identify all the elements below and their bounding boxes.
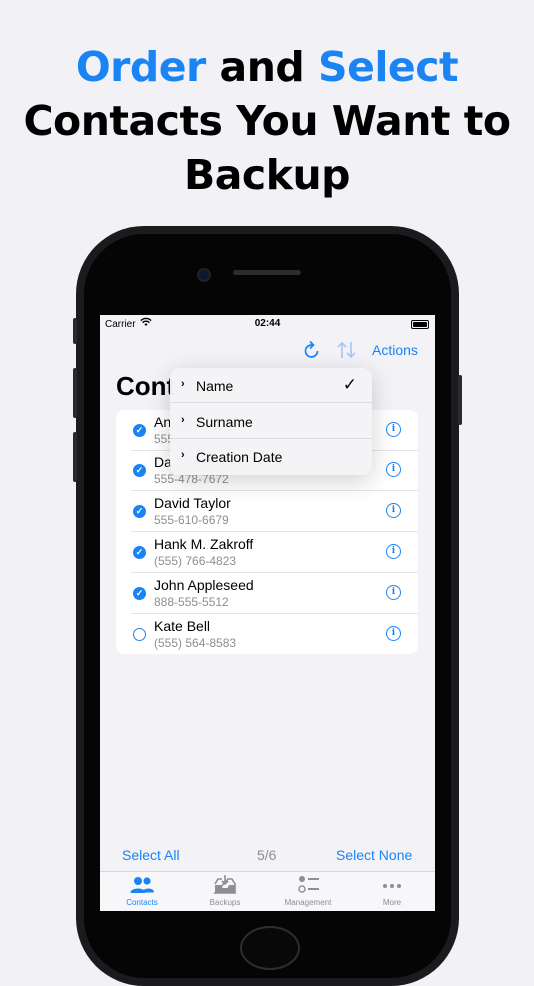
tab-label: Contacts: [126, 898, 158, 907]
selection-count: 5/6: [257, 847, 277, 863]
checkmark-circle-icon[interactable]: ✓: [133, 587, 146, 600]
menu-divider: [170, 402, 372, 403]
contact-row[interactable]: ✓ David Taylor 555-610-6679 i: [116, 491, 418, 532]
power-button: [458, 375, 462, 425]
select-none-button[interactable]: Select None: [336, 847, 412, 863]
checkmark-circle-icon[interactable]: ✓: [133, 464, 146, 477]
tab-more[interactable]: More: [352, 874, 432, 907]
contact-name: Hank M. Zakroff: [154, 536, 254, 552]
contacts-icon: [102, 874, 182, 896]
status-time: 02:44: [254, 318, 281, 329]
marketing-headline: Order and Select Contacts You Want to Ba…: [0, 40, 534, 202]
front-camera: [197, 268, 211, 282]
app-screen: Carrier 02:44 Actions Cont ✓ An 555 i ✓ …: [100, 315, 435, 911]
contact-phone: (555) 766-4823: [154, 554, 237, 568]
sort-menu: › Name ✓ › Surname › Creation Date: [170, 368, 372, 475]
tab-management[interactable]: Management: [268, 874, 348, 907]
headline-accent-order: Order: [75, 43, 206, 91]
volume-up-button: [73, 368, 77, 418]
sort-option-surname[interactable]: › Surname: [170, 404, 372, 439]
actions-button[interactable]: Actions: [372, 342, 418, 358]
refresh-icon[interactable]: [303, 340, 321, 365]
contact-name: John Appleseed: [154, 577, 254, 593]
checkmark-circle-icon[interactable]: ✓: [133, 424, 146, 437]
mute-switch: [73, 318, 77, 344]
chevron-right-icon: ›: [181, 378, 185, 390]
checkmark-icon: ✓: [342, 375, 357, 394]
info-icon[interactable]: i: [386, 585, 401, 600]
battery-icon: [411, 320, 429, 329]
more-dots-icon: [352, 874, 432, 896]
chevron-right-icon: ›: [181, 449, 185, 461]
contact-row[interactable]: ✓ Hank M. Zakroff (555) 766-4823 i: [116, 532, 418, 573]
checkmark-circle-icon[interactable]: ✓: [133, 546, 146, 559]
contact-row[interactable]: ✓ John Appleseed 888-555-5512 i: [116, 573, 418, 614]
info-icon[interactable]: i: [386, 462, 401, 477]
tab-contacts[interactable]: Contacts: [102, 874, 182, 907]
headline-accent-select: Select: [318, 43, 459, 91]
contact-name: Kate Bell: [154, 618, 211, 634]
earpiece-speaker: [233, 270, 301, 275]
management-list-icon: [268, 874, 348, 896]
sort-option-label: Surname: [196, 414, 253, 430]
headline-line-1: Order and Select: [0, 40, 534, 94]
info-icon[interactable]: i: [386, 503, 401, 518]
chevron-right-icon: ›: [181, 414, 185, 426]
tab-backups[interactable]: Backups: [185, 874, 265, 907]
sort-option-label: Creation Date: [196, 449, 283, 465]
checkmark-circle-icon[interactable]: ✓: [133, 505, 146, 518]
contact-phone: 555-610-6679: [154, 513, 229, 527]
headline-line-3: Backup: [183, 151, 351, 199]
select-all-button[interactable]: Select All: [122, 847, 180, 863]
status-bar: Carrier 02:44: [100, 315, 435, 335]
contact-phone: (555) 564-8583: [154, 636, 237, 650]
sort-option-name[interactable]: › Name ✓: [170, 368, 372, 403]
tab-label: Backups: [209, 898, 241, 907]
home-button: [240, 926, 300, 970]
empty-circle-icon[interactable]: [133, 628, 146, 641]
info-icon[interactable]: i: [386, 626, 401, 641]
contact-name: An: [154, 414, 172, 430]
headline-line-2: Contacts You Want to: [23, 97, 511, 145]
sort-option-label: Name: [196, 378, 234, 394]
contact-row[interactable]: Kate Bell (555) 564-8583 i: [116, 614, 418, 654]
headline-and: and: [205, 43, 319, 91]
backups-tray-icon: [185, 874, 265, 896]
volume-down-button: [73, 432, 77, 482]
sort-option-creation-date[interactable]: › Creation Date: [170, 439, 372, 474]
tab-bar: Contacts Backups Management More: [100, 871, 435, 911]
selection-bar: Select All 5/6 Select None: [100, 842, 435, 872]
contact-phone: 888-555-5512: [154, 595, 229, 609]
sort-arrows-icon[interactable]: [336, 340, 358, 365]
info-icon[interactable]: i: [386, 422, 401, 437]
tab-label: Management: [284, 898, 332, 907]
tab-label: More: [382, 898, 402, 907]
contact-name: David Taylor: [154, 495, 231, 511]
info-icon[interactable]: i: [386, 544, 401, 559]
page-title: Cont: [116, 371, 176, 401]
